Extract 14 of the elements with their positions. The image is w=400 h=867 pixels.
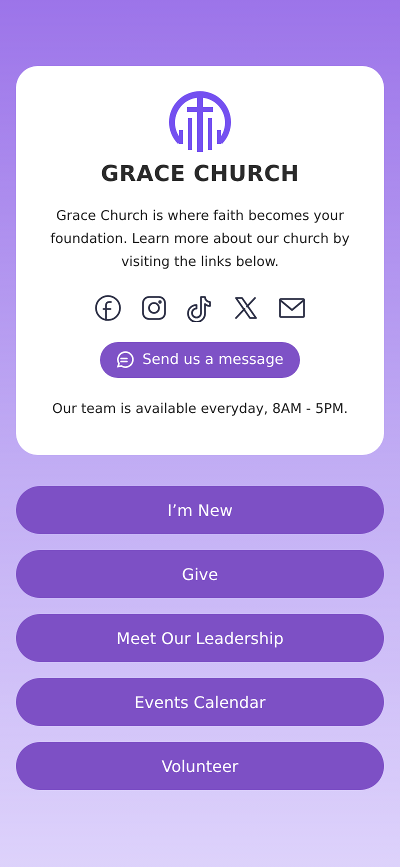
- link-button[interactable]: Give: [16, 550, 384, 598]
- x-icon[interactable]: [232, 294, 260, 322]
- link-button[interactable]: Volunteer: [16, 742, 384, 790]
- church-name: GRACE CHURCH: [100, 162, 300, 187]
- church-description: Grace Church is where faith becomes your foundation. Learn more about our church by visiting the links below.: [49, 207, 351, 272]
- chat-icon: [114, 350, 134, 370]
- tiktok-icon[interactable]: [186, 294, 214, 322]
- link-button[interactable]: I’m New: [16, 486, 384, 534]
- facebook-icon[interactable]: [94, 294, 122, 322]
- instagram-icon[interactable]: [140, 294, 168, 322]
- link-button[interactable]: Meet Our Leadership: [16, 614, 384, 662]
- link-button[interactable]: Events Calendar: [16, 678, 384, 726]
- availability-text: Our team is available everyday, 8AM - 5PM.: [52, 400, 348, 419]
- send-message-button[interactable]: Send us a message: [100, 342, 300, 378]
